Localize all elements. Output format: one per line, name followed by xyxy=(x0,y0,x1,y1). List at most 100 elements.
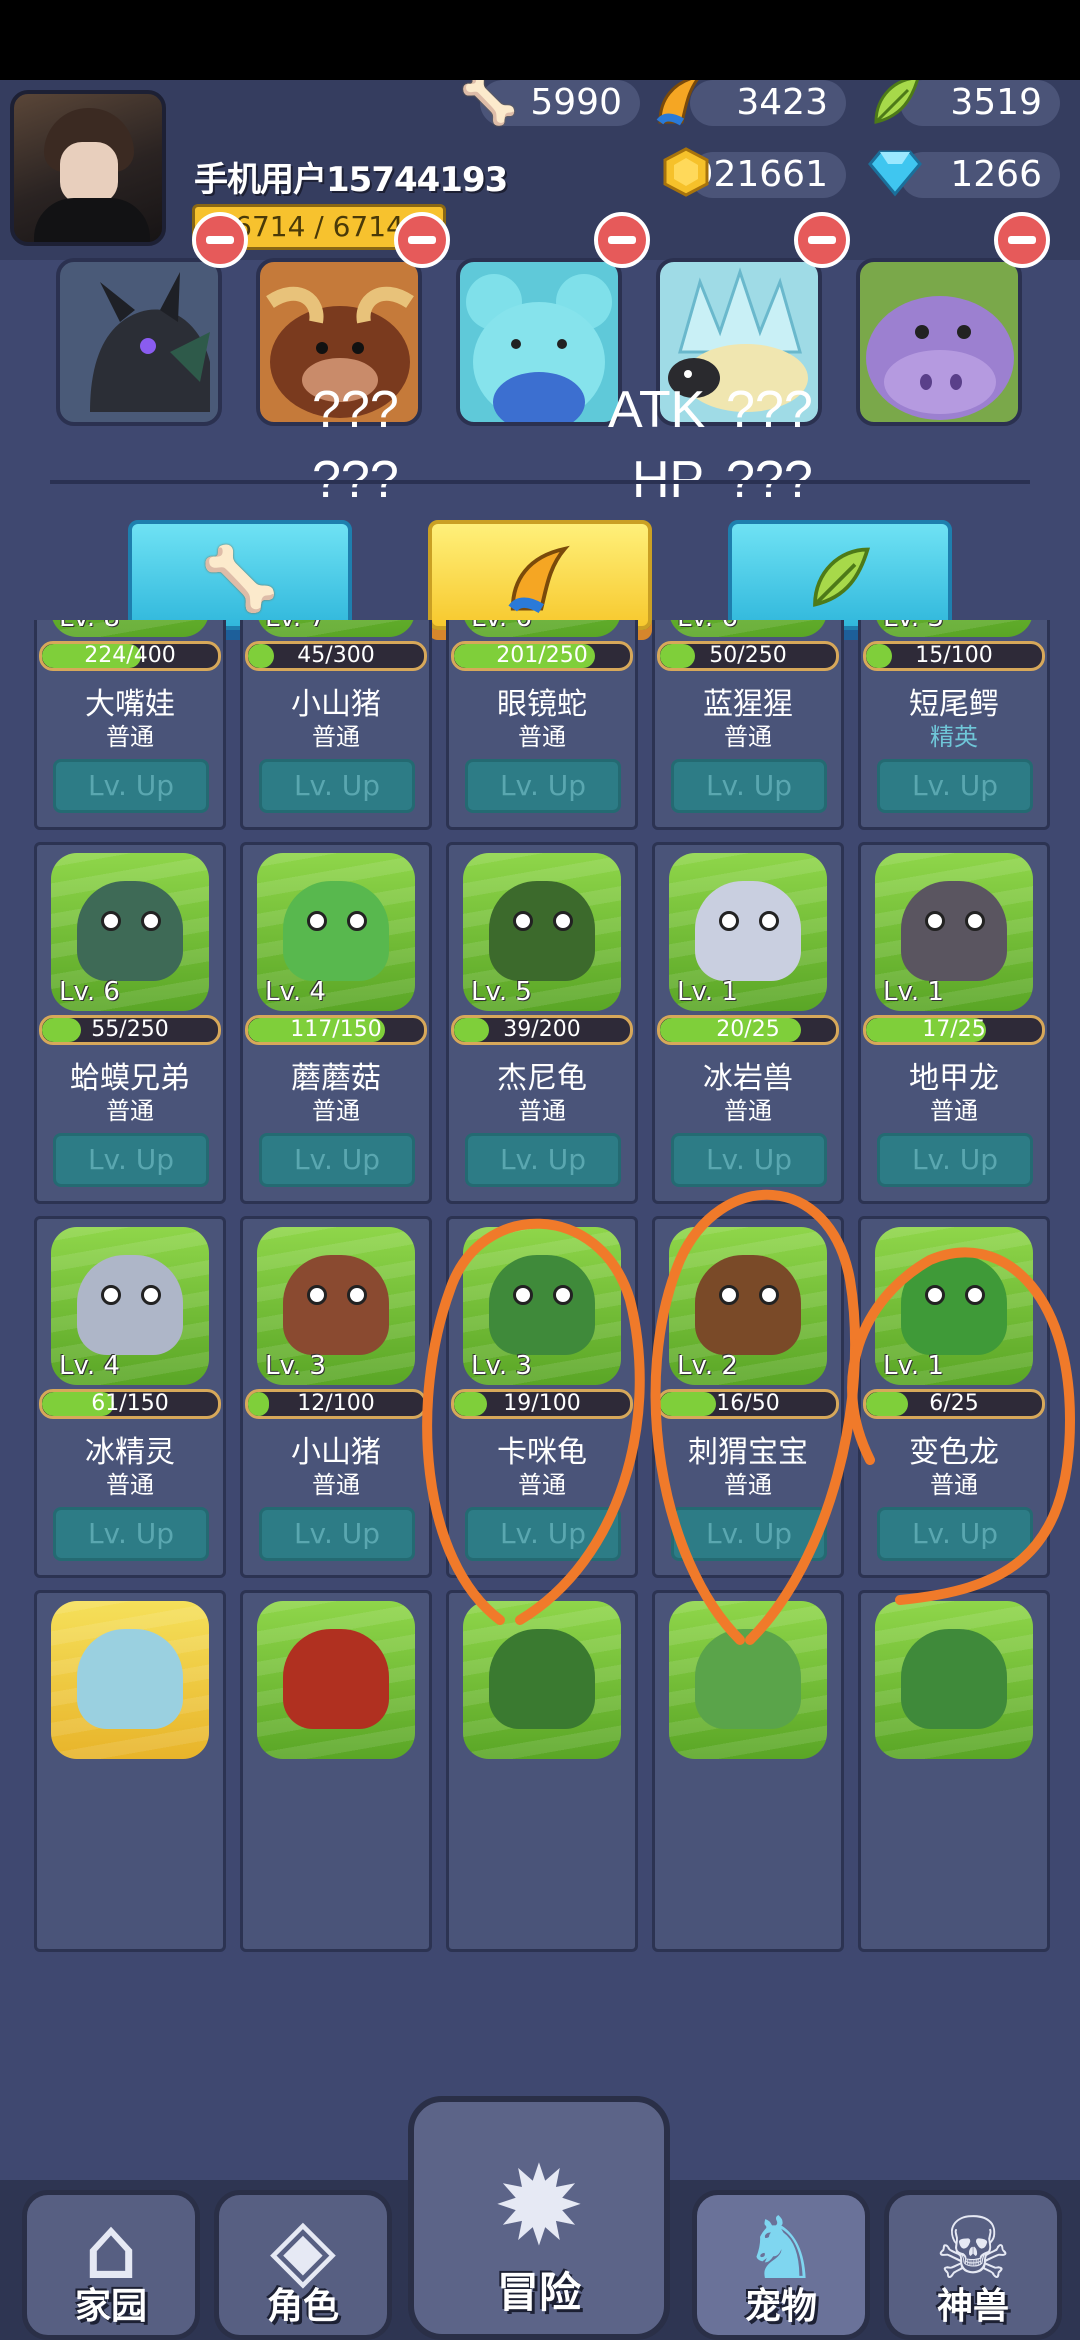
nav-pets-button[interactable]: ♞ 宠物 xyxy=(692,2190,870,2340)
pet-list[interactable]: Lv. 8224/400大嘴娃普通Lv. UpLv. 745/300小山猪普通L… xyxy=(0,620,1080,2180)
level-up-button[interactable]: Lv. Up xyxy=(465,759,621,813)
pet-card[interactable]: Lv. 745/300小山猪普通Lv. Up xyxy=(240,620,432,830)
pet-rank: 普通 xyxy=(518,1097,566,1125)
pet-progress-bar: 17/25 xyxy=(863,1015,1045,1045)
pet-eye xyxy=(513,911,533,931)
level-up-button[interactable]: Lv. Up xyxy=(465,1507,621,1561)
pet-card[interactable]: Lv. 6 55/250 蛤蟆兄弟 普通 Lv. Up xyxy=(34,842,226,1204)
pet-portrait[interactable] xyxy=(463,1601,621,1759)
nav-adventure-button[interactable]: ✹ 冒险 xyxy=(408,2096,670,2340)
pet-portrait[interactable]: Lv. 6 xyxy=(669,620,827,637)
pet-portrait[interactable]: Lv. 7 xyxy=(257,620,415,637)
level-up-button[interactable]: Lv. Up xyxy=(877,1133,1033,1187)
pet-progress-text: 15/100 xyxy=(915,643,993,668)
leaf-food-tab[interactable] xyxy=(728,520,952,630)
remove-team-pet-4-button[interactable] xyxy=(794,212,850,268)
pet-card[interactable]: Lv. 2 16/50 刺猬宝宝 普通 Lv. Up xyxy=(652,1216,844,1578)
pet-progress-bar: 117/150 xyxy=(245,1015,427,1045)
pet-eye xyxy=(101,1285,121,1305)
pet-eye xyxy=(347,1285,367,1305)
pet-card[interactable]: Lv. 3 12/100 小山猪 普通 Lv. Up xyxy=(240,1216,432,1578)
pet-level: Lv. 7 xyxy=(265,620,326,633)
level-up-button[interactable]: Lv. Up xyxy=(877,1507,1033,1561)
pet-level: Lv. 4 xyxy=(59,1351,120,1381)
pet-portrait[interactable]: Lv. 1 xyxy=(875,853,1033,1011)
pet-portrait[interactable]: Lv. 6 xyxy=(51,853,209,1011)
avatar-coat xyxy=(34,198,150,242)
nav-character-button[interactable]: ◈ 角色 xyxy=(214,2190,392,2340)
pet-card[interactable]: Lv. 650/250蓝猩猩普通Lv. Up xyxy=(652,620,844,830)
level-up-button[interactable]: Lv. Up xyxy=(53,759,209,813)
level-up-button[interactable]: Lv. Up xyxy=(465,1133,621,1187)
pet-card[interactable]: Lv. 1 17/25 地甲龙 普通 Lv. Up xyxy=(858,842,1050,1204)
pet-card[interactable]: Lv. 1 20/25 冰岩兽 普通 Lv. Up xyxy=(652,842,844,1204)
pet-portrait[interactable]: Lv. 3 xyxy=(463,1227,621,1385)
remove-team-pet-2-button[interactable] xyxy=(394,212,450,268)
pet-portrait[interactable]: Lv. 1 xyxy=(875,1227,1033,1385)
pet-portrait[interactable] xyxy=(669,1601,827,1759)
player-avatar[interactable] xyxy=(10,90,166,246)
pet-card-partial[interactable] xyxy=(34,1590,226,1952)
pet-eye xyxy=(513,1285,533,1305)
remove-team-pet-1-button[interactable] xyxy=(192,212,248,268)
nav-divine-beast-button[interactable]: ☠ 神兽 xyxy=(884,2190,1062,2340)
pet-portrait[interactable]: Lv. 4 xyxy=(257,853,415,1011)
pet-portrait[interactable]: Lv. 8 xyxy=(51,620,209,637)
pet-card[interactable]: Lv. 315/100短尾鳄精英Lv. Up xyxy=(858,620,1050,830)
pet-portrait[interactable]: Lv. 1 xyxy=(669,853,827,1011)
pet-card[interactable]: Lv. 6201/250眼镜蛇普通Lv. Up xyxy=(446,620,638,830)
level-up-button[interactable]: Lv. Up xyxy=(259,1133,415,1187)
nav-home-button[interactable]: ⌂ 家园 xyxy=(22,2190,200,2340)
pet-rank: 普通 xyxy=(312,1097,360,1125)
level-up-button[interactable]: Lv. Up xyxy=(671,1133,827,1187)
level-up-button[interactable]: Lv. Up xyxy=(53,1507,209,1561)
pet-creature-icon xyxy=(283,1255,389,1355)
pet-portrait[interactable]: Lv. 3 xyxy=(875,620,1033,637)
pet-card-partial[interactable] xyxy=(240,1590,432,1952)
pet-card[interactable]: Lv. 3 19/100 卡咪龟 普通 Lv. Up xyxy=(446,1216,638,1578)
pet-portrait[interactable]: Lv. 3 xyxy=(257,1227,415,1385)
level-up-button[interactable]: Lv. Up xyxy=(53,1133,209,1187)
pet-progress-bar: 39/200 xyxy=(451,1015,633,1045)
pet-card[interactable]: Lv. 5 39/200 杰尼龟 普通 Lv. Up xyxy=(446,842,638,1204)
pet-card[interactable]: Lv. 1 6/25 变色龙 普通 Lv. Up xyxy=(858,1216,1050,1578)
pet-progress-text: 17/25 xyxy=(922,1017,986,1042)
level-up-button[interactable]: Lv. Up xyxy=(259,1507,415,1561)
level-up-button[interactable]: Lv. Up xyxy=(671,1507,827,1561)
remove-team-pet-3-button[interactable] xyxy=(594,212,650,268)
pet-card[interactable]: Lv. 8224/400大嘴娃普通Lv. Up xyxy=(34,620,226,830)
pet-level: Lv. 5 xyxy=(471,977,532,1007)
pet-card-partial[interactable] xyxy=(652,1590,844,1952)
pet-portrait[interactable] xyxy=(875,1601,1033,1759)
leaf-counter: 3519 xyxy=(900,80,1060,126)
pet-progress-text: 45/300 xyxy=(297,643,375,668)
pet-eye xyxy=(759,1285,779,1305)
level-up-button[interactable]: Lv. Up xyxy=(259,759,415,813)
pet-card-partial[interactable] xyxy=(858,1590,1050,1952)
remove-team-pet-5-button[interactable] xyxy=(994,212,1050,268)
pet-portrait[interactable]: Lv. 4 xyxy=(51,1227,209,1385)
coin-counter: 921661 xyxy=(690,152,846,198)
team-slot-5[interactable] xyxy=(856,258,1022,426)
pet-portrait[interactable]: Lv. 6 xyxy=(463,620,621,637)
pet-card[interactable]: Lv. 4 61/150 冰精灵 普通 Lv. Up xyxy=(34,1216,226,1578)
pet-progress-bar: 20/25 xyxy=(657,1015,839,1045)
pet-portrait[interactable]: Lv. 2 xyxy=(669,1227,827,1385)
pet-portrait[interactable] xyxy=(51,1601,209,1759)
pet-creature-icon xyxy=(901,881,1007,981)
level-up-button[interactable]: Lv. Up xyxy=(671,759,827,813)
pet-card-partial[interactable] xyxy=(446,1590,638,1952)
nav-adventure-label: 冒险 xyxy=(496,2268,581,2317)
pet-rank: 普通 xyxy=(518,723,566,751)
horn-food-tab[interactable] xyxy=(428,520,652,630)
pet-portrait[interactable]: Lv. 5 xyxy=(463,853,621,1011)
pet-card[interactable]: Lv. 4 117/150 蘑蘑菇 普通 Lv. Up xyxy=(240,842,432,1204)
pet-level: Lv. 3 xyxy=(471,1351,532,1381)
pet-portrait[interactable] xyxy=(257,1601,415,1759)
bone-food-tab[interactable]: 🦴 xyxy=(128,520,352,630)
team-slot-3[interactable] xyxy=(456,258,622,426)
team-slot-1[interactable] xyxy=(56,258,222,426)
level-up-button[interactable]: Lv. Up xyxy=(877,759,1033,813)
atk-value: ??? xyxy=(726,381,813,439)
bone-icon: 🦴 xyxy=(460,80,518,127)
